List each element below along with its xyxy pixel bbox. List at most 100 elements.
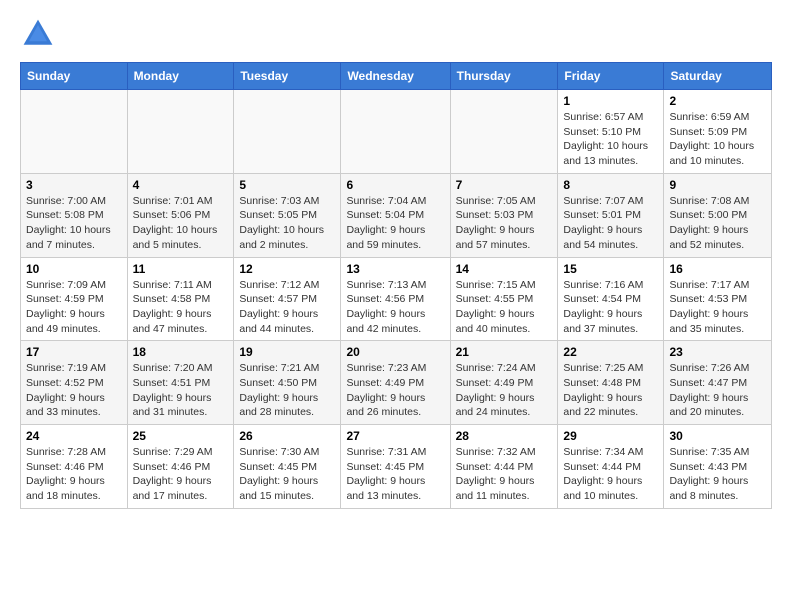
weekday-header-sunday: Sunday — [21, 63, 128, 90]
calendar-cell: 13 Sunrise: 7:13 AM Sunset: 4:56 PM Dayli… — [341, 257, 450, 341]
day-info: Sunrise: 7:09 AM Sunset: 4:59 PM Dayligh… — [26, 278, 122, 337]
day-info: Sunrise: 7:13 AM Sunset: 4:56 PM Dayligh… — [346, 278, 444, 337]
day-number: 16 — [669, 262, 766, 276]
day-info: Sunrise: 7:23 AM Sunset: 4:49 PM Dayligh… — [346, 361, 444, 420]
day-number: 18 — [133, 345, 229, 359]
day-info: Sunrise: 7:26 AM Sunset: 4:47 PM Dayligh… — [669, 361, 766, 420]
calendar-cell — [21, 90, 128, 174]
day-number: 3 — [26, 178, 122, 192]
day-info: Sunrise: 7:01 AM Sunset: 5:06 PM Dayligh… — [133, 194, 229, 253]
day-info: Sunrise: 7:31 AM Sunset: 4:45 PM Dayligh… — [346, 445, 444, 504]
day-number: 27 — [346, 429, 444, 443]
calendar-cell: 16 Sunrise: 7:17 AM Sunset: 4:53 PM Dayli… — [664, 257, 772, 341]
page: SundayMondayTuesdayWednesdayThursdayFrid… — [0, 0, 792, 519]
day-number: 2 — [669, 94, 766, 108]
day-number: 28 — [456, 429, 553, 443]
day-info: Sunrise: 7:34 AM Sunset: 4:44 PM Dayligh… — [563, 445, 658, 504]
calendar-cell: 2 Sunrise: 6:59 AM Sunset: 5:09 PM Daylig… — [664, 90, 772, 174]
day-info: Sunrise: 7:21 AM Sunset: 4:50 PM Dayligh… — [239, 361, 335, 420]
day-info: Sunrise: 7:07 AM Sunset: 5:01 PM Dayligh… — [563, 194, 658, 253]
calendar-cell: 10 Sunrise: 7:09 AM Sunset: 4:59 PM Dayli… — [21, 257, 128, 341]
logo-icon — [20, 16, 56, 52]
calendar-cell: 18 Sunrise: 7:20 AM Sunset: 4:51 PM Dayli… — [127, 341, 234, 425]
day-number: 24 — [26, 429, 122, 443]
day-info: Sunrise: 7:19 AM Sunset: 4:52 PM Dayligh… — [26, 361, 122, 420]
weekday-header-tuesday: Tuesday — [234, 63, 341, 90]
day-number: 19 — [239, 345, 335, 359]
day-number: 10 — [26, 262, 122, 276]
day-number: 26 — [239, 429, 335, 443]
calendar-cell: 8Sunrise: 7:07 AM Sunset: 5:01 PM Daylig… — [558, 173, 664, 257]
calendar-cell: 5 Sunrise: 7:03 AM Sunset: 5:05 PM Daylig… — [234, 173, 341, 257]
day-info: Sunrise: 7:35 AM Sunset: 4:43 PM Dayligh… — [669, 445, 766, 504]
day-info: Sunrise: 7:00 AM Sunset: 5:08 PM Dayligh… — [26, 194, 122, 253]
calendar-cell — [127, 90, 234, 174]
calendar-cell: 20Sunrise: 7:23 AM Sunset: 4:49 PM Dayli… — [341, 341, 450, 425]
calendar-cell: 1 Sunrise: 6:57 AM Sunset: 5:10 PM Daylig… — [558, 90, 664, 174]
day-info: Sunrise: 6:57 AM Sunset: 5:10 PM Dayligh… — [563, 110, 658, 169]
day-info: Sunrise: 7:29 AM Sunset: 4:46 PM Dayligh… — [133, 445, 229, 504]
calendar-cell: 24Sunrise: 7:28 AM Sunset: 4:46 PM Dayli… — [21, 425, 128, 509]
day-info: Sunrise: 7:24 AM Sunset: 4:49 PM Dayligh… — [456, 361, 553, 420]
calendar-cell: 6 Sunrise: 7:04 AM Sunset: 5:04 PM Daylig… — [341, 173, 450, 257]
calendar-cell: 3 Sunrise: 7:00 AM Sunset: 5:08 PM Daylig… — [21, 173, 128, 257]
calendar-cell: 19 Sunrise: 7:21 AM Sunset: 4:50 PM Dayli… — [234, 341, 341, 425]
calendar-cell: 25Sunrise: 7:29 AM Sunset: 4:46 PM Dayli… — [127, 425, 234, 509]
day-info: Sunrise: 7:25 AM Sunset: 4:48 PM Dayligh… — [563, 361, 658, 420]
day-number: 23 — [669, 345, 766, 359]
calendar-cell: 23 Sunrise: 7:26 AM Sunset: 4:47 PM Dayli… — [664, 341, 772, 425]
calendar-cell — [234, 90, 341, 174]
day-number: 5 — [239, 178, 335, 192]
day-number: 4 — [133, 178, 229, 192]
weekday-header-thursday: Thursday — [450, 63, 558, 90]
weekday-header-saturday: Saturday — [664, 63, 772, 90]
day-info: Sunrise: 7:15 AM Sunset: 4:55 PM Dayligh… — [456, 278, 553, 337]
header — [20, 16, 772, 52]
calendar-table: SundayMondayTuesdayWednesdayThursdayFrid… — [20, 62, 772, 509]
weekday-header-friday: Friday — [558, 63, 664, 90]
calendar-week-4: 17 Sunrise: 7:19 AM Sunset: 4:52 PM Dayli… — [21, 341, 772, 425]
calendar-week-1: 1 Sunrise: 6:57 AM Sunset: 5:10 PM Daylig… — [21, 90, 772, 174]
day-info: Sunrise: 7:11 AM Sunset: 4:58 PM Dayligh… — [133, 278, 229, 337]
day-number: 29 — [563, 429, 658, 443]
weekday-header-monday: Monday — [127, 63, 234, 90]
calendar-cell: 26 Sunrise: 7:30 AM Sunset: 4:45 PM Dayli… — [234, 425, 341, 509]
calendar-cell: 14 Sunrise: 7:15 AM Sunset: 4:55 PM Dayli… — [450, 257, 558, 341]
day-number: 22 — [563, 345, 658, 359]
day-number: 17 — [26, 345, 122, 359]
calendar-cell — [341, 90, 450, 174]
day-info: Sunrise: 7:08 AM Sunset: 5:00 PM Dayligh… — [669, 194, 766, 253]
day-number: 21 — [456, 345, 553, 359]
calendar-cell: 28 Sunrise: 7:32 AM Sunset: 4:44 PM Dayli… — [450, 425, 558, 509]
day-number: 9 — [669, 178, 766, 192]
day-info: Sunrise: 7:30 AM Sunset: 4:45 PM Dayligh… — [239, 445, 335, 504]
day-info: Sunrise: 7:03 AM Sunset: 5:05 PM Dayligh… — [239, 194, 335, 253]
day-info: Sunrise: 7:20 AM Sunset: 4:51 PM Dayligh… — [133, 361, 229, 420]
calendar-cell: 11 Sunrise: 7:11 AM Sunset: 4:58 PM Dayli… — [127, 257, 234, 341]
day-number: 15 — [563, 262, 658, 276]
calendar-cell: 21 Sunrise: 7:24 AM Sunset: 4:49 PM Dayli… — [450, 341, 558, 425]
calendar-cell — [450, 90, 558, 174]
calendar-week-3: 10 Sunrise: 7:09 AM Sunset: 4:59 PM Dayli… — [21, 257, 772, 341]
day-number: 13 — [346, 262, 444, 276]
day-number: 6 — [346, 178, 444, 192]
day-number: 14 — [456, 262, 553, 276]
day-info: Sunrise: 7:16 AM Sunset: 4:54 PM Dayligh… — [563, 278, 658, 337]
day-number: 12 — [239, 262, 335, 276]
calendar-cell: 7Sunrise: 7:05 AM Sunset: 5:03 PM Daylig… — [450, 173, 558, 257]
day-number: 1 — [563, 94, 658, 108]
day-number: 30 — [669, 429, 766, 443]
day-info: Sunrise: 7:17 AM Sunset: 4:53 PM Dayligh… — [669, 278, 766, 337]
weekday-header-row: SundayMondayTuesdayWednesdayThursdayFrid… — [21, 63, 772, 90]
calendar-cell: 30 Sunrise: 7:35 AM Sunset: 4:43 PM Dayli… — [664, 425, 772, 509]
weekday-header-wednesday: Wednesday — [341, 63, 450, 90]
calendar-cell: 15 Sunrise: 7:16 AM Sunset: 4:54 PM Dayli… — [558, 257, 664, 341]
day-info: Sunrise: 7:04 AM Sunset: 5:04 PM Dayligh… — [346, 194, 444, 253]
day-info: Sunrise: 7:32 AM Sunset: 4:44 PM Dayligh… — [456, 445, 553, 504]
day-info: Sunrise: 6:59 AM Sunset: 5:09 PM Dayligh… — [669, 110, 766, 169]
logo — [20, 16, 60, 52]
calendar-cell: 9 Sunrise: 7:08 AM Sunset: 5:00 PM Daylig… — [664, 173, 772, 257]
day-number: 11 — [133, 262, 229, 276]
calendar-cell: 29 Sunrise: 7:34 AM Sunset: 4:44 PM Dayli… — [558, 425, 664, 509]
calendar-cell: 12Sunrise: 7:12 AM Sunset: 4:57 PM Dayli… — [234, 257, 341, 341]
